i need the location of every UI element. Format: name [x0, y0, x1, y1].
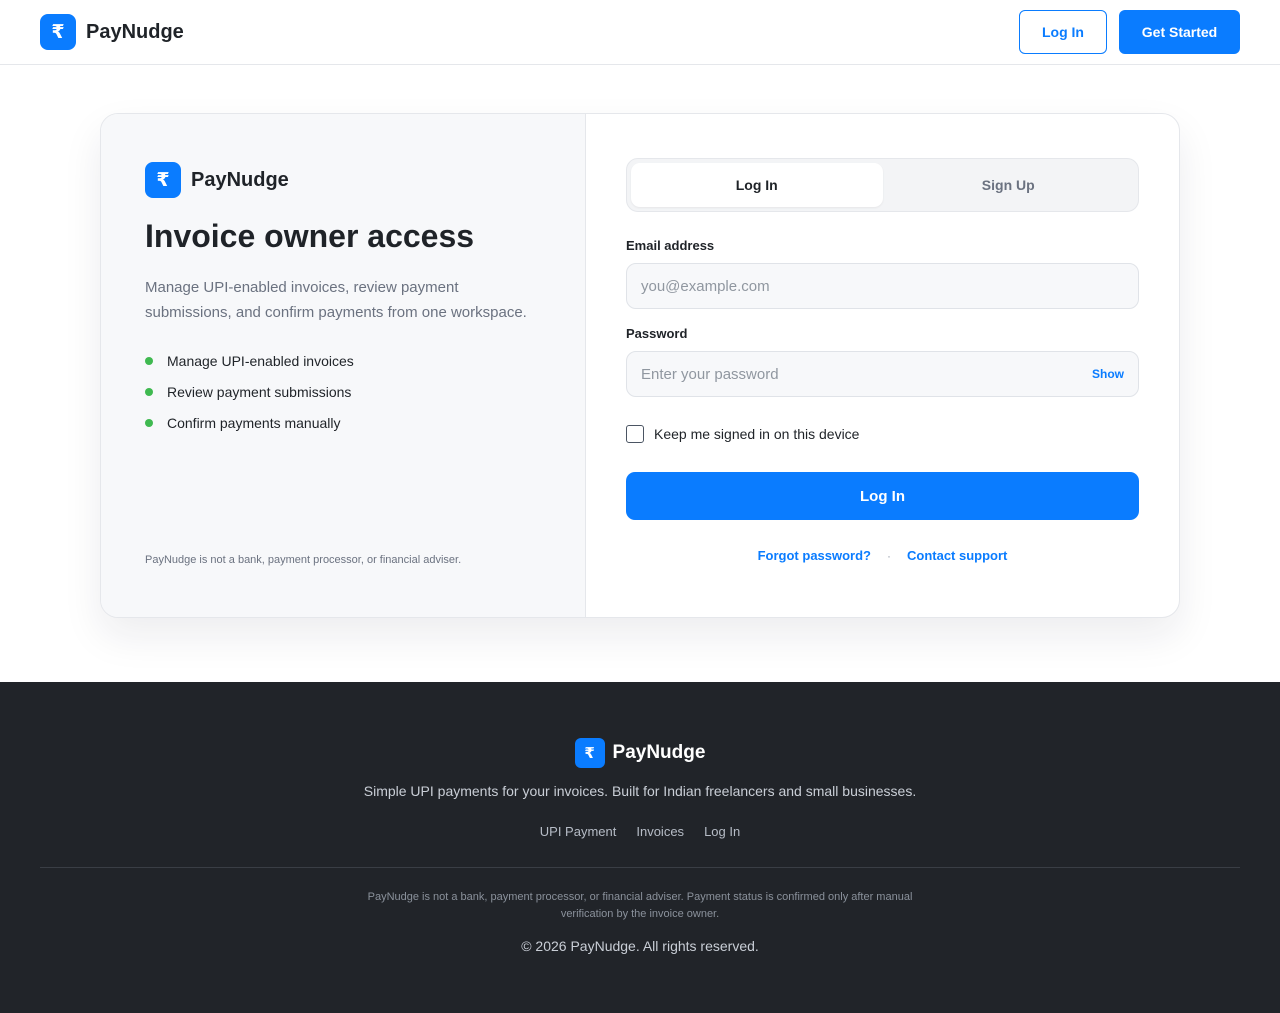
copyright-text: © 2026 PayNudge. All rights reserved.: [521, 938, 759, 954]
rupee-icon: ₹: [574, 738, 605, 768]
forgot-password-link[interactable]: Forgot password?: [758, 548, 871, 563]
password-label: Password: [626, 326, 688, 341]
feature-label: Confirm payments manually: [167, 414, 341, 431]
rupee-icon: ₹: [40, 14, 76, 50]
contact-support-link[interactable]: Contact support: [907, 548, 1007, 563]
site-footer: ₹ PayNudge Simple UPI payments for your …: [0, 682, 1280, 1013]
green-dot-icon: [145, 387, 153, 396]
get-started-button[interactable]: Get Started: [1119, 10, 1240, 54]
link-separator: ·: [887, 548, 891, 563]
email-field[interactable]: [641, 277, 1124, 295]
feature-item: Manage UPI-enabled invoices: [145, 345, 541, 376]
footer-brand-name: PayNudge: [612, 742, 706, 763]
header-brand-name: PayNudge: [86, 20, 184, 43]
email-field-wrapper: [626, 263, 1139, 309]
green-dot-icon: [145, 418, 153, 427]
panel-disclaimer: PayNudge is not a bank, payment processo…: [145, 554, 462, 566]
auth-card: ₹ PayNudge Invoice owner access Manage U…: [100, 113, 1180, 618]
tab-sign-up[interactable]: Sign Up: [883, 163, 1135, 207]
show-password-button[interactable]: Show: [1092, 367, 1124, 381]
footer-tagline: Simple UPI payments for your invoices. B…: [363, 783, 917, 799]
remember-me-checkbox[interactable]: [626, 425, 644, 443]
panel-brand-name: PayNudge: [191, 168, 289, 191]
login-submit-button[interactable]: Log In: [626, 472, 1139, 520]
header-brand[interactable]: ₹ PayNudge: [40, 14, 184, 50]
rupee-icon: ₹: [145, 162, 181, 198]
green-dot-icon: [145, 356, 153, 365]
feature-list: Manage UPI-enabled invoices Review payme…: [145, 345, 541, 438]
page-title: Invoice owner access: [145, 218, 475, 254]
remember-me-label[interactable]: Keep me signed in on this device: [654, 426, 859, 442]
tab-log-in[interactable]: Log In: [631, 163, 883, 207]
footer-link-invoices[interactable]: Invoices: [636, 824, 684, 839]
feature-item: Confirm payments manually: [145, 407, 541, 438]
panel-brand: ₹ PayNudge: [145, 162, 541, 198]
info-panel: ₹ PayNudge Invoice owner access Manage U…: [101, 114, 586, 617]
footer-nav: UPI Payment Invoices Log In: [0, 824, 1280, 839]
footer-disclaimer: PayNudge is not a bank, payment processo…: [367, 891, 913, 920]
footer-divider: [40, 867, 1240, 868]
top-navbar: ₹ PayNudge Log In Get Started: [0, 0, 1280, 65]
feature-item: Review payment submissions: [145, 376, 541, 407]
feature-label: Review payment submissions: [167, 383, 352, 400]
password-field[interactable]: [641, 365, 1092, 383]
login-form-panel: Log In Sign Up Email address Password Sh…: [586, 114, 1179, 617]
header-actions: Log In Get Started: [1019, 10, 1240, 54]
auth-help-links: Forgot password? · Contact support: [626, 548, 1139, 563]
auth-tabs: Log In Sign Up: [626, 158, 1139, 212]
remember-me-row: Keep me signed in on this device: [626, 425, 1139, 443]
header-login-button[interactable]: Log In: [1019, 10, 1107, 54]
email-label: Email address: [626, 238, 715, 253]
password-field-wrapper: Show: [626, 351, 1139, 397]
feature-label: Manage UPI-enabled invoices: [167, 352, 354, 369]
footer-brand: ₹ PayNudge: [0, 738, 1280, 768]
panel-description: Manage UPI-enabled invoices, review paym…: [145, 279, 527, 321]
footer-link-log-in[interactable]: Log In: [704, 824, 740, 839]
footer-link-upi-payment[interactable]: UPI Payment: [540, 824, 617, 839]
